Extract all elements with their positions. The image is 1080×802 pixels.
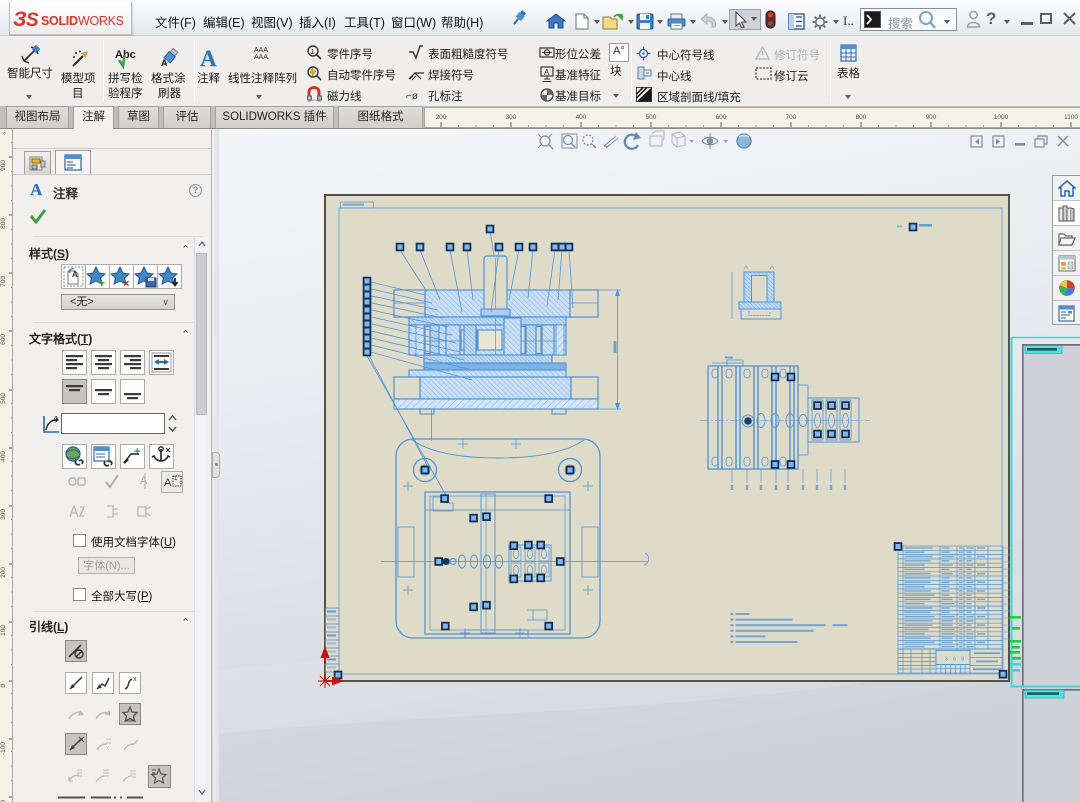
svg-text:-100: -100	[0, 742, 7, 755]
svg-text:°: °	[3, 131, 6, 140]
svg-text:Abc: Abc	[115, 49, 136, 61]
svg-text:1000: 1000	[994, 114, 1009, 121]
svg-text:200: 200	[436, 114, 447, 121]
svg-text:900: 900	[0, 160, 7, 171]
svg-text:100: 100	[0, 625, 7, 636]
svg-text:500: 500	[646, 114, 657, 121]
svg-text:1: 1	[311, 49, 315, 56]
svg-text:A: A	[140, 475, 148, 487]
svg-text:З: З	[13, 8, 27, 31]
svg-text:x: x	[106, 746, 109, 752]
svg-text:500: 500	[0, 393, 7, 404]
svg-text:A: A	[164, 477, 172, 489]
svg-text:⌐ø: ⌐ø	[406, 91, 418, 102]
svg-text:800: 800	[856, 114, 867, 121]
svg-text:3 6 8: 3 6 8	[945, 657, 966, 663]
svg-text:1100: 1100	[1064, 114, 1078, 121]
svg-text:+: +	[98, 276, 105, 288]
svg-text:600: 600	[716, 114, 727, 121]
svg-text:AAA: AAA	[254, 47, 268, 54]
svg-text:SOLID: SOLID	[41, 14, 78, 28]
svg-text:A: A	[72, 270, 78, 279]
svg-text:WORKS: WORKS	[78, 14, 124, 28]
svg-text:S: S	[26, 10, 39, 31]
svg-text:200: 200	[0, 567, 7, 578]
svg-text:1: 1	[174, 476, 178, 482]
svg-text:700: 700	[0, 276, 7, 287]
svg-text:+: +	[134, 446, 140, 458]
svg-text:a: a	[54, 415, 58, 422]
svg-text:900: 900	[926, 114, 937, 121]
svg-text:400: 400	[0, 451, 7, 462]
svg-text:600: 600	[0, 334, 7, 345]
svg-text:×: ×	[123, 278, 129, 288]
svg-text:300: 300	[506, 114, 517, 121]
svg-text:AAA: AAA	[254, 54, 268, 59]
svg-text:700: 700	[786, 114, 797, 121]
svg-text:0: 0	[0, 684, 7, 688]
svg-text:A: A	[161, 58, 168, 68]
svg-text:800: 800	[0, 218, 7, 229]
svg-text:400: 400	[576, 114, 587, 121]
svg-text:A: A	[544, 68, 550, 77]
svg-text:x: x	[133, 676, 137, 683]
svg-text:300: 300	[0, 509, 7, 520]
